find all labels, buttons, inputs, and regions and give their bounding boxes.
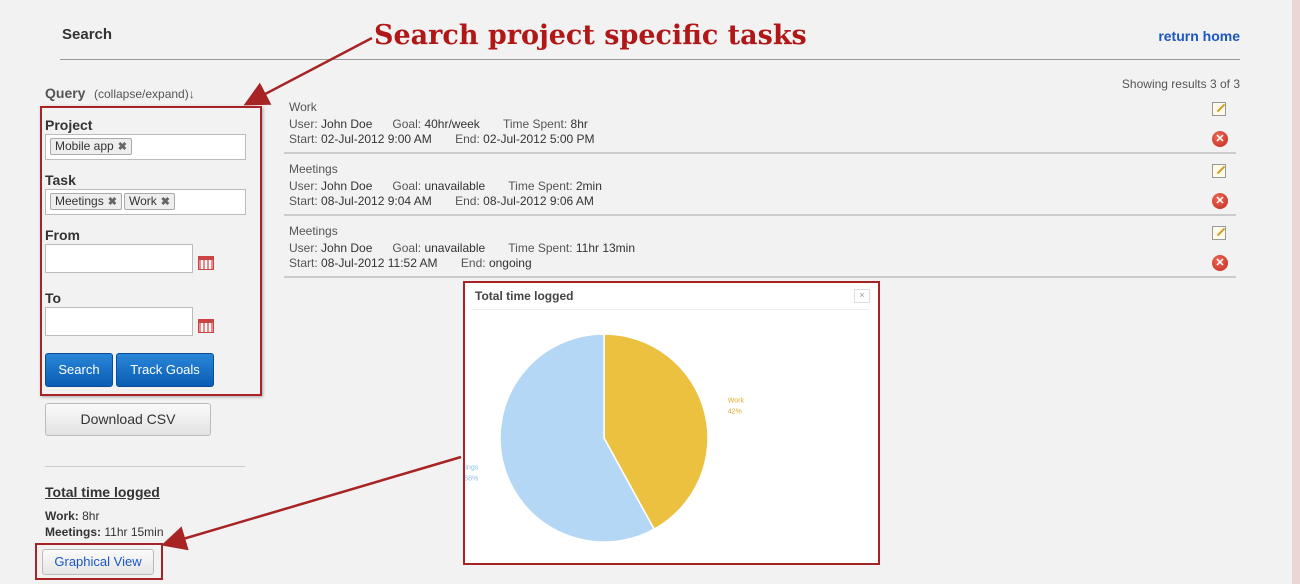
annotation-arrows (161, 36, 462, 551)
arrow-to-query (243, 36, 373, 106)
arrow-to-graph-button (161, 455, 462, 551)
